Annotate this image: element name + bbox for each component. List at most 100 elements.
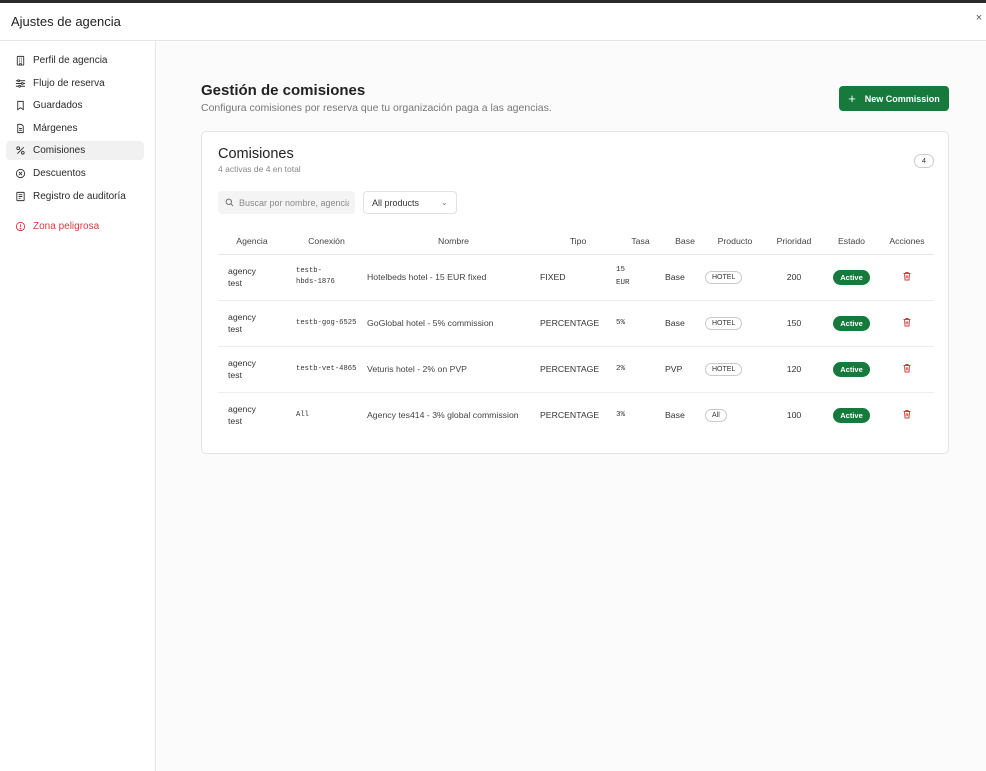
chevron-down-icon: ⌄	[441, 198, 448, 207]
new-commission-label: New Commission	[864, 93, 940, 104]
cell-actions	[880, 300, 934, 347]
cell-product: HOTEL	[705, 254, 765, 301]
trash-icon[interactable]	[902, 271, 912, 281]
page-title: Gestión de comisiones	[201, 82, 366, 99]
cell-actions	[880, 392, 934, 438]
sidebar-item-label: Márgenes	[33, 122, 78, 134]
cell-rate: 2%	[616, 346, 665, 393]
sidebar-item-comisiones[interactable]: Comisiones	[6, 141, 144, 161]
close-icon[interactable]: ×	[972, 11, 986, 25]
trash-icon[interactable]	[902, 409, 912, 419]
cell-status: Active	[823, 254, 880, 301]
sidebar-item-registro[interactable]: Registro de auditoría	[6, 187, 144, 206]
cell-priority: 120	[765, 346, 823, 393]
product-filter-value: All products	[372, 197, 420, 208]
table-row[interactable]: agency test All Agency tes414 - 3% globa…	[218, 392, 934, 438]
sliders-icon	[14, 77, 26, 89]
header-acciones: Acciones	[880, 228, 934, 255]
cell-status: Active	[823, 392, 880, 438]
header-agencia: Agencia	[218, 228, 286, 255]
cell-agency: agency test	[218, 392, 286, 438]
alert-circle-icon	[14, 221, 26, 233]
header-prioridad: Prioridad	[765, 228, 823, 255]
header-tasa: Tasa	[616, 228, 665, 255]
sidebar-item-zona-peligrosa[interactable]: Zona peligrosa	[6, 217, 144, 236]
agency-text: agency test	[228, 311, 257, 335]
search-box	[218, 191, 355, 214]
cell-name: Agency tes414 - 3% global commission	[367, 410, 519, 420]
cell-base: PVP	[665, 346, 705, 393]
connection-text: All	[296, 410, 309, 419]
commissions-card: Comisiones 4 activas de 4 en total 4 All…	[201, 131, 949, 454]
cell-priority: 200	[765, 254, 823, 301]
product-pill: All	[705, 408, 727, 422]
table-row[interactable]: agency test testb-gog-6525 GoGlobal hote…	[218, 300, 934, 347]
sidebar-item-descuentos[interactable]: Descuentos	[6, 164, 144, 183]
sidebar-item-label: Registro de auditoría	[33, 190, 126, 202]
sidebar-item-label: Flujo de reserva	[33, 77, 105, 89]
cell-name: Veturis hotel - 2% on PVP	[367, 346, 540, 393]
cell-base: Base	[665, 300, 705, 347]
connection-text: testb-vet-4865	[296, 364, 357, 373]
sidebar-item-label: Comisiones	[33, 145, 86, 157]
header-estado: Estado	[823, 228, 880, 255]
cell-name: Hotelbeds hotel - 15 EUR fixed	[367, 254, 540, 301]
sidebar-item-margenes[interactable]: Márgenes	[6, 119, 144, 138]
trash-icon[interactable]	[902, 363, 912, 373]
new-commission-button[interactable]: + New Commission	[839, 86, 949, 111]
window-header: Ajustes de agencia ×	[0, 3, 986, 41]
table-row[interactable]: agency test testb-vet-4865 Veturis hotel…	[218, 346, 934, 393]
header-base: Base	[665, 228, 705, 255]
cell-status: Active	[823, 300, 880, 347]
table-row[interactable]: agency test testb-hbds-1876 Hotelbeds ho…	[218, 254, 934, 301]
status-badge: Active	[833, 361, 870, 377]
cell-type: FIXED	[540, 254, 616, 301]
window-title: Ajustes de agencia	[11, 14, 121, 29]
sidebar-item-perfil[interactable]: Perfil de agencia	[6, 51, 144, 70]
sidebar-item-label: Descuentos	[33, 167, 86, 179]
product-filter-select[interactable]: All products ⌄	[363, 191, 457, 214]
cell-product: HOTEL	[705, 300, 765, 347]
card-title: Comisiones	[218, 146, 294, 162]
commissions-table: Agencia Conexión Nombre Tipo Tasa Base P…	[218, 228, 934, 438]
status-badge: Active	[833, 315, 870, 331]
cell-rate: 15 EUR	[616, 254, 665, 301]
cell-agency: agency test	[218, 300, 286, 347]
sidebar-item-label: Zona peligrosa	[33, 221, 100, 233]
log-icon	[14, 190, 26, 202]
product-pill: HOTEL	[705, 316, 743, 330]
agency-text: agency test	[228, 403, 257, 427]
cell-base: Base	[665, 410, 685, 421]
cell-base: Base	[665, 254, 705, 301]
cell-priority: 100	[786, 410, 802, 421]
sidebar-item-flujo[interactable]: Flujo de reserva	[6, 74, 144, 93]
cell-connection: All	[286, 392, 367, 438]
cell-type: PERCENTAGE	[540, 410, 600, 421]
sidebar-item-guardados[interactable]: Guardados	[6, 96, 144, 115]
cell-product: All	[705, 392, 765, 438]
cell-rate: 3%	[616, 410, 626, 419]
trash-icon[interactable]	[902, 317, 912, 327]
rate-text: 15 EUR	[616, 266, 630, 287]
product-pill: HOTEL	[705, 270, 743, 284]
header-conexion: Conexión	[286, 228, 367, 255]
building-icon	[14, 55, 26, 67]
circle-x-icon	[14, 167, 26, 179]
cell-connection: testb-vet-4865	[286, 346, 367, 393]
sidebar-item-label: Perfil de agencia	[33, 55, 108, 66]
cell-name: GoGlobal hotel - 5% commission	[367, 300, 540, 347]
cell-type: PERCENTAGE	[540, 346, 616, 393]
cell-rate: 5%	[616, 300, 665, 347]
page-subtitle: Configura comisiones por reserva que tu …	[201, 102, 552, 114]
plus-icon: +	[848, 91, 856, 106]
sidebar-item-label: Guardados	[33, 100, 83, 112]
sidebar: Perfil de agencia Flujo de reserva Guard…	[0, 41, 156, 771]
agency-text: agency test	[228, 357, 257, 381]
connection-text: testb-hbds-1876	[296, 267, 335, 286]
cell-agency: agency test	[218, 254, 286, 301]
agency-text: agency test	[228, 265, 257, 289]
cell-product: HOTEL	[705, 346, 765, 393]
search-input[interactable]	[239, 197, 349, 208]
main-content: Gestión de comisiones Configura comision…	[157, 41, 986, 771]
